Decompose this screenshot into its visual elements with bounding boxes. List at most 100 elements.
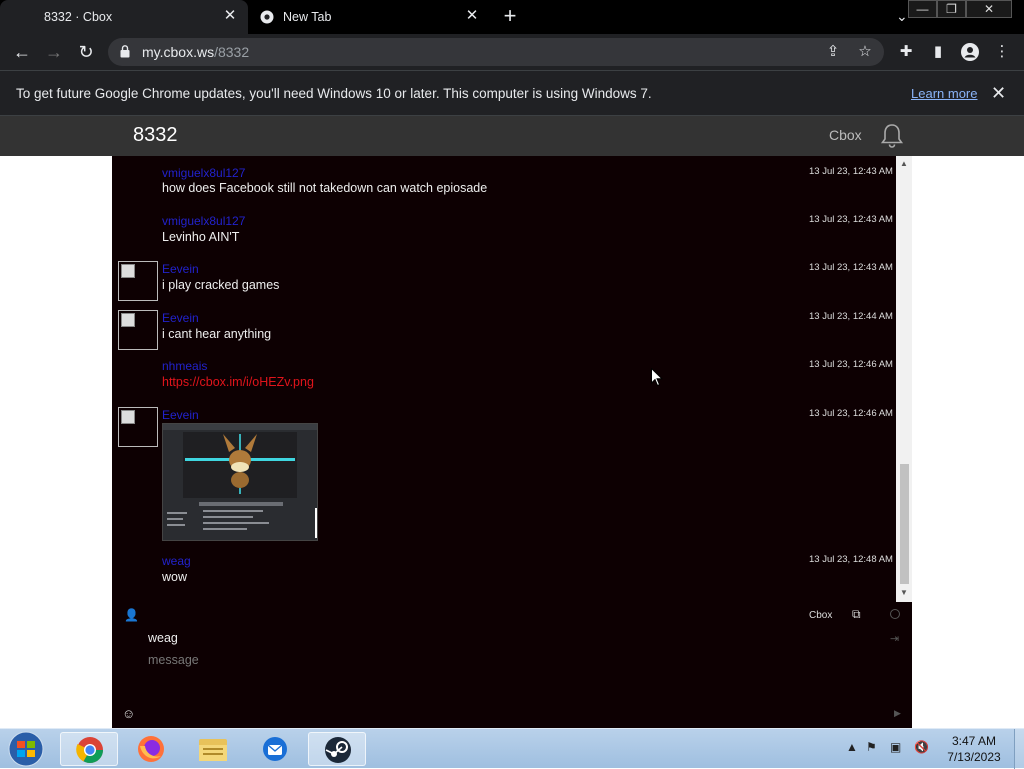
action-center-flag-icon[interactable]: ⚑ <box>866 740 877 754</box>
message-row: nhmeais https://cbox.im/i/oHEZv.png 13 J… <box>112 358 896 398</box>
message-username[interactable]: nhmeais <box>162 359 207 373</box>
message-timestamp: 13 Jul 23, 12:48 AM <box>809 554 893 565</box>
broken-image-icon <box>121 313 135 327</box>
back-icon[interactable]: ← <box>10 40 34 64</box>
tab-strip: 8332 · Cbox ✕ New Tab ✕ + ⌄ — ❐ ✕ <box>0 0 1024 34</box>
taskbar-steam[interactable] <box>308 732 366 766</box>
extensions-icon[interactable]: ✚ <box>896 42 916 62</box>
taskbar-explorer[interactable] <box>184 732 242 766</box>
message-timestamp: 13 Jul 23, 12:46 AM <box>809 408 893 419</box>
message-row: Eevein i play cracked games 13 Jul 23, 1… <box>112 261 896 306</box>
sign-in-icon[interactable]: ⇥ <box>890 632 899 645</box>
cbox-brand-link[interactable]: Cbox <box>829 127 862 143</box>
bookmark-star-icon[interactable]: ☆ <box>856 43 874 61</box>
message-timestamp: 13 Jul 23, 12:44 AM <box>809 311 893 322</box>
close-window-button[interactable]: ✕ <box>966 0 1012 18</box>
taskbar-chrome[interactable] <box>60 732 118 766</box>
tab-new-tab[interactable]: New Tab ✕ <box>250 0 490 34</box>
message-text: Levinho AIN'T <box>162 230 240 244</box>
share-icon[interactable]: ⇪ <box>824 43 842 61</box>
message-username[interactable]: Eevein <box>162 311 199 325</box>
message-text: i cant hear anything <box>162 327 272 341</box>
reload-icon[interactable]: ↻ <box>74 40 98 64</box>
message-timestamp: 13 Jul 23, 12:46 AM <box>809 359 893 370</box>
message-username[interactable]: Eevein <box>162 408 199 422</box>
message-row: vmiguelx8ul127 how does Facebook still n… <box>112 164 896 204</box>
forward-icon[interactable]: → <box>42 40 66 64</box>
learn-more-link[interactable]: Learn more <box>911 86 977 101</box>
send-icon[interactable]: ▶ <box>894 708 901 719</box>
profile-avatar-icon[interactable] <box>960 42 980 62</box>
clock-time: 3:47 AM <box>951 734 997 748</box>
folder-icon <box>199 739 227 761</box>
message-text: how does Facebook still not takedown can… <box>162 181 488 195</box>
cbox-header: 8332 Cbox <box>0 116 1024 156</box>
infobar-close-icon[interactable]: ✕ <box>991 83 1006 104</box>
message-username[interactable]: Eevein <box>162 262 199 276</box>
message-scrollbar[interactable]: ▲ ▼ <box>896 156 912 602</box>
broken-image-icon <box>121 264 135 278</box>
emoji-icon[interactable]: ☺ <box>122 706 135 721</box>
message-link[interactable]: https://cbox.im/i/oHEZv.png <box>162 375 314 389</box>
url-path: /8332 <box>214 44 250 60</box>
status-circle-icon[interactable] <box>890 609 900 619</box>
cbox-link[interactable]: Cbox <box>809 610 832 621</box>
firefox-icon <box>138 736 164 762</box>
message-composer: 👤 Cbox ⧉ ⇥ weag message ☺ ▶ <box>112 602 912 728</box>
lock-icon <box>120 45 130 58</box>
name-field[interactable]: weag <box>148 631 178 645</box>
clock-date: 7/13/2023 <box>947 750 1001 764</box>
message-username[interactable]: vmiguelx8ul127 <box>162 166 245 180</box>
side-panel-icon[interactable]: ▮ <box>928 42 948 62</box>
message-row: Eevein i cant hear anything 13 Jul 23, 1… <box>112 310 896 355</box>
message-timestamp: 13 Jul 23, 12:43 AM <box>809 166 893 177</box>
minimize-button[interactable]: — <box>908 0 937 18</box>
steam-icon <box>325 737 351 763</box>
infobar-message: To get future Google Chrome updates, you… <box>16 86 652 101</box>
tab-new-tab-label: New Tab <box>283 10 332 24</box>
restore-button[interactable]: ❐ <box>937 0 966 18</box>
windows-taskbar: ▲ ⚑ ▣ 🔇 3:47 AM 7/13/2023 <box>0 728 1024 769</box>
chrome-icon <box>260 10 274 24</box>
tab-close-icon[interactable]: ✕ <box>222 8 238 24</box>
scroll-thumb[interactable] <box>900 464 909 584</box>
taskbar-firefox[interactable] <box>122 732 180 766</box>
tab-cbox[interactable]: 8332 · Cbox ✕ <box>0 0 248 34</box>
browser-toolbar: ← → ↻ my.cbox.ws/8332 ⇪ ☆ ✚ ▮ ⋮ <box>0 34 1024 70</box>
attached-screenshot-image[interactable] <box>162 423 318 541</box>
url-host: my.cbox.ws <box>142 44 215 60</box>
new-tab-button[interactable]: + <box>499 5 521 28</box>
notification-bell-icon[interactable] <box>880 123 904 149</box>
message-list: vmiguelx8ul127 how does Facebook still n… <box>112 156 896 602</box>
message-username[interactable]: weag <box>162 554 191 568</box>
network-icon[interactable]: ▣ <box>890 740 901 754</box>
scroll-down-icon[interactable]: ▼ <box>900 588 908 597</box>
avatar[interactable] <box>118 407 158 447</box>
message-input[interactable]: message <box>148 653 199 667</box>
avatar[interactable] <box>118 261 158 301</box>
page-title: 8332 <box>133 124 178 146</box>
chrome-icon <box>76 737 104 764</box>
message-row: weag wow 13 Jul 23, 12:48 AM <box>112 553 896 593</box>
url-text: my.cbox.ws/8332 <box>142 44 249 60</box>
user-icon[interactable]: 👤 <box>124 608 139 622</box>
message-username[interactable]: vmiguelx8ul127 <box>162 214 245 228</box>
start-button-icon[interactable] <box>6 730 46 768</box>
volume-muted-icon[interactable]: 🔇 <box>914 740 929 754</box>
system-clock[interactable]: 3:47 AM 7/13/2023 <box>940 733 1008 765</box>
scroll-up-icon[interactable]: ▲ <box>900 159 908 168</box>
show-desktop-button[interactable] <box>1014 729 1024 769</box>
broken-image-icon <box>121 410 135 424</box>
message-timestamp: 13 Jul 23, 12:43 AM <box>809 262 893 273</box>
show-hidden-icons-icon[interactable]: ▲ <box>846 740 858 754</box>
update-infobar: To get future Google Chrome updates, you… <box>0 70 1024 116</box>
window-controls: — ❐ ✕ <box>908 0 1012 18</box>
tab-close-icon[interactable]: ✕ <box>464 8 480 24</box>
avatar[interactable] <box>118 310 158 350</box>
tab-search-button[interactable]: ⌄ <box>896 8 908 25</box>
chrome-menu-icon[interactable]: ⋮ <box>992 42 1012 62</box>
popout-icon[interactable]: ⧉ <box>852 607 861 622</box>
address-bar[interactable]: my.cbox.ws/8332 ⇪ ☆ <box>108 38 884 66</box>
tab-cbox-label: 8332 · Cbox <box>44 10 113 24</box>
taskbar-thunderbird[interactable] <box>246 732 304 766</box>
